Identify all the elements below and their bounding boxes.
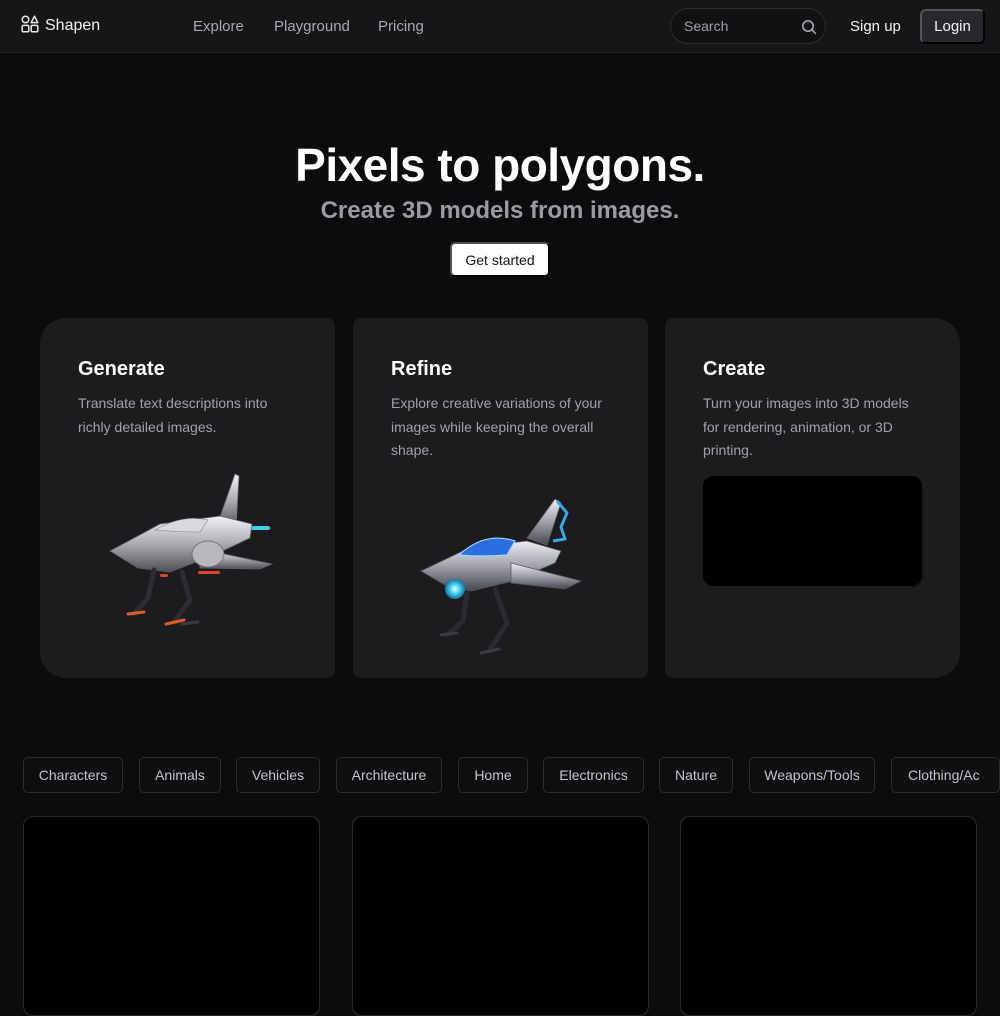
nav-link-playground[interactable]: Playground [274,18,350,35]
brand-name: Shapen [45,17,101,34]
category-chip-home[interactable]: Home [458,757,528,793]
signup-link[interactable]: Sign up [850,18,901,35]
nav-link-explore[interactable]: Explore [193,18,244,35]
nav-link-pricing[interactable]: Pricing [378,18,424,35]
gallery-tile[interactable] [23,816,320,1016]
category-chip-vehicles[interactable]: Vehicles [236,757,320,793]
feature-description: Turn your images into 3D models for rend… [703,395,909,458]
category-chip-characters[interactable]: Characters [23,757,123,793]
search-icon[interactable] [801,19,817,40]
spaceship-image [100,468,280,643]
category-chip-nature[interactable]: Nature [659,757,733,793]
category-chip-animals[interactable]: Animals [139,757,221,793]
feature-card-generate: Generate Translate text descriptions int… [40,318,335,678]
feature-card-create: Create Turn your images into 3D models f… [665,318,960,678]
hero-subtitle: Create 3D models from images. [320,197,680,224]
feature-title: Refine [391,358,453,380]
hero-title: Pixels to polygons. [295,139,705,191]
feature-title: Generate [78,358,165,380]
category-chip-clothing-accessories[interactable]: Clothing/Ac [891,757,1000,793]
model-preview[interactable] [703,476,922,586]
top-navbar: Shapen Explore Playground Pricing Sign u… [0,0,1000,53]
search-input[interactable] [672,10,792,42]
get-started-button[interactable]: Get started [450,242,550,277]
feature-description: Translate text descriptions into richly … [78,395,268,435]
search-box [670,8,826,44]
login-button[interactable]: Login [920,9,985,44]
brand[interactable]: Shapen [21,14,101,38]
spaceship-variant-image [415,493,595,668]
category-chip-electronics[interactable]: Electronics [543,757,644,793]
category-filter-bar: Characters Animals Vehicles Architecture… [0,757,1000,794]
feature-card-refine: Refine Explore creative variations of yo… [353,318,648,678]
shapes-logo-icon [21,14,39,38]
category-chip-weapons-tools[interactable]: Weapons/Tools [749,757,875,793]
feature-description: Explore creative variations of your imag… [391,395,602,458]
feature-title: Create [703,358,766,380]
category-chip-architecture[interactable]: Architecture [336,757,442,793]
gallery-tile[interactable] [680,816,977,1016]
gallery-tile[interactable] [352,816,649,1016]
